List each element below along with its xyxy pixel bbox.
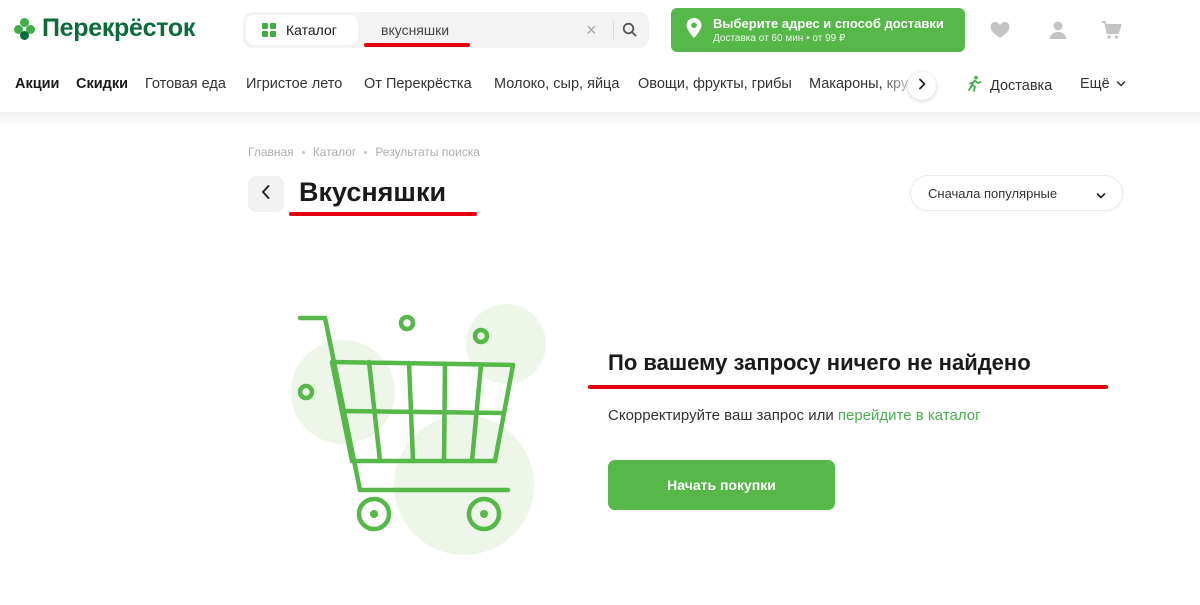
category-nav: Акции Скидки Готовая еда Игристое лето О… bbox=[0, 72, 1200, 100]
nav-item[interactable]: Готовая еда bbox=[145, 76, 226, 92]
empty-state-title: По вашему запросу ничего не найдено bbox=[608, 350, 1031, 375]
nav-item[interactable]: Акции bbox=[15, 76, 59, 92]
catalog-button[interactable]: Каталог bbox=[246, 15, 358, 45]
nav-item[interactable]: От Перекрёстка bbox=[364, 76, 472, 92]
delivery-title: Выберите адрес и способ доставки bbox=[713, 16, 944, 31]
header-shadow bbox=[0, 112, 1200, 126]
page-title: Вкусняшки bbox=[299, 177, 447, 207]
grid-icon bbox=[262, 23, 276, 37]
chevron-down-icon bbox=[1096, 188, 1106, 203]
empty-cart-illustration bbox=[280, 300, 550, 560]
back-button[interactable] bbox=[248, 176, 284, 212]
nav-item[interactable]: Молоко, сыр, яйца bbox=[494, 76, 619, 92]
logo[interactable]: Перекрёсток bbox=[14, 14, 195, 43]
nav-delivery-label: Доставка bbox=[990, 78, 1053, 94]
breadcrumb: Главная Каталог Результаты поиска bbox=[248, 145, 480, 159]
breadcrumb-separator bbox=[364, 150, 368, 154]
chevron-down-icon bbox=[1116, 76, 1126, 92]
title-annotation-underline bbox=[289, 212, 477, 216]
empty-title-annotation-underline bbox=[588, 385, 1108, 389]
breadcrumb-item[interactable]: Главная bbox=[248, 145, 294, 159]
delivery-address-button[interactable]: Выберите адрес и способ доставки Доставк… bbox=[671, 8, 965, 52]
start-shopping-button[interactable]: Начать покупки bbox=[608, 460, 835, 510]
courier-icon bbox=[966, 75, 984, 97]
breadcrumb-item: Результаты поиска bbox=[375, 145, 480, 159]
nav-item[interactable]: Скидки bbox=[76, 76, 128, 92]
empty-state-text: Скорректируйте ваш запрос или перейдите … bbox=[608, 407, 981, 424]
cart-icon[interactable] bbox=[1100, 18, 1124, 42]
go-to-catalog-link[interactable]: перейдите в каталог bbox=[838, 407, 981, 424]
catalog-label: Каталог bbox=[286, 22, 337, 38]
delivery-subtitle: Доставка от 60 мин • от 99 ₽ bbox=[713, 33, 846, 44]
sort-label: Сначала популярные bbox=[928, 185, 1058, 201]
search-icon[interactable] bbox=[621, 21, 639, 39]
heart-icon[interactable] bbox=[988, 18, 1012, 42]
nav-delivery-link[interactable]: Доставка bbox=[966, 75, 1052, 97]
site-header: Перекрёсток Каталог × Выберите адрес и с… bbox=[0, 0, 1200, 112]
search-annotation-underline bbox=[364, 43, 470, 47]
search-divider bbox=[613, 21, 614, 39]
chevron-right-icon bbox=[917, 77, 927, 95]
clover-icon bbox=[14, 17, 36, 40]
user-icon[interactable] bbox=[1046, 18, 1070, 42]
logo-text: Перекрёсток bbox=[42, 14, 196, 42]
breadcrumb-separator bbox=[301, 150, 305, 154]
nav-scroll-right-button[interactable] bbox=[908, 72, 936, 100]
close-icon[interactable]: × bbox=[586, 20, 597, 40]
search-input[interactable] bbox=[371, 18, 571, 42]
sort-dropdown[interactable]: Сначала популярные bbox=[910, 175, 1123, 211]
nav-item[interactable]: Игристое лето bbox=[246, 76, 342, 92]
chevron-left-icon bbox=[260, 184, 272, 205]
nav-more-dropdown[interactable]: Ещё bbox=[1080, 76, 1126, 92]
empty-state-message: Скорректируйте ваш запрос или bbox=[608, 407, 838, 424]
nav-item[interactable]: Овощи, фрукты, грибы bbox=[638, 76, 792, 92]
nav-more-label: Ещё bbox=[1080, 76, 1110, 92]
location-pin-icon bbox=[685, 17, 703, 44]
breadcrumb-item[interactable]: Каталог bbox=[313, 145, 357, 159]
